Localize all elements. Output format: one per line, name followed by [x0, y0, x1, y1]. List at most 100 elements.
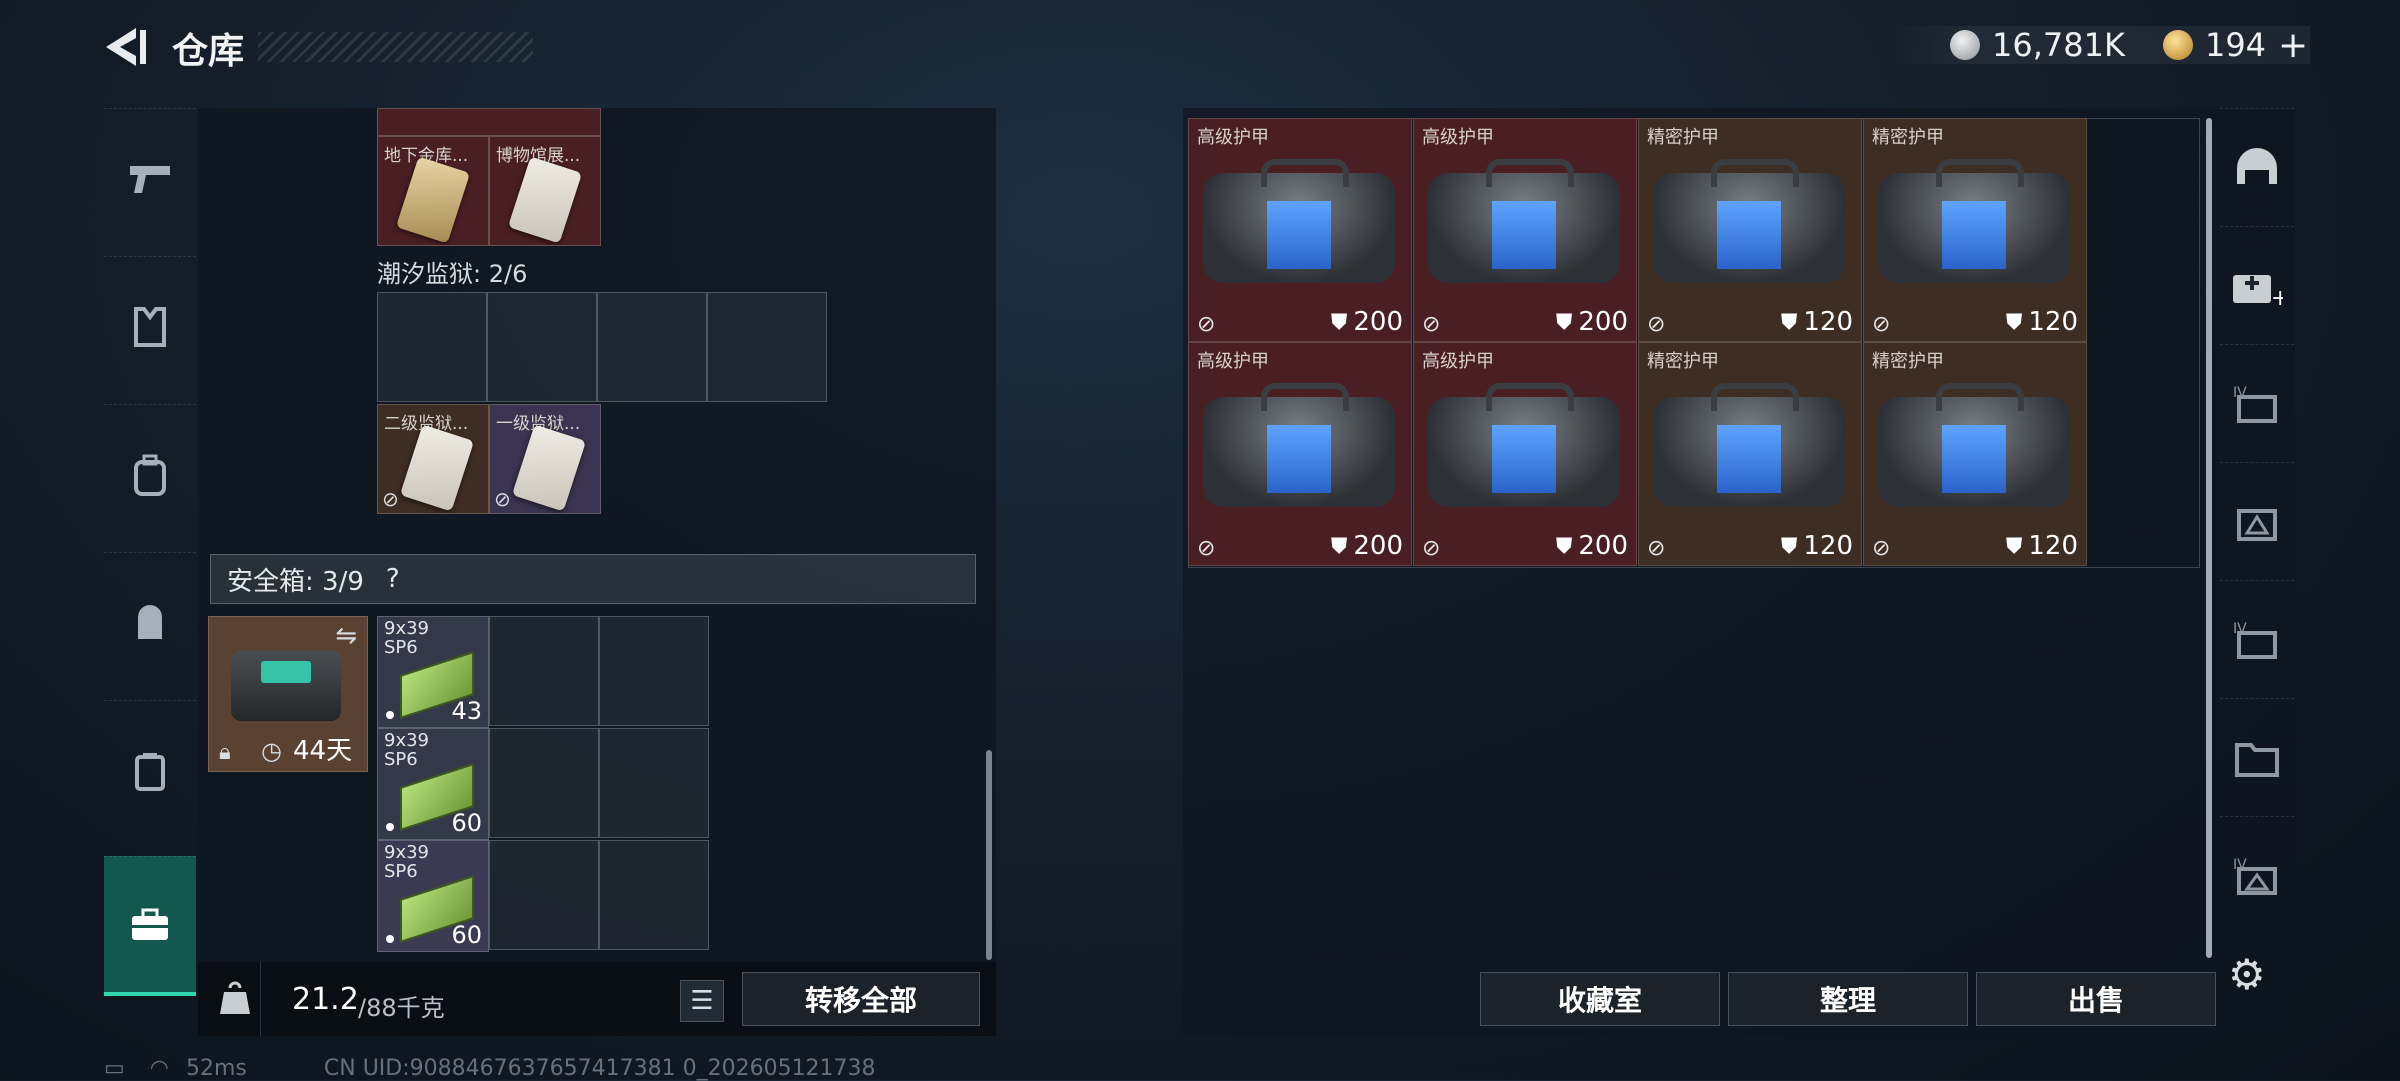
warehouse-scrollbar[interactable]	[2206, 118, 2212, 958]
currency-bar: 16,781K 194 +	[1890, 25, 2310, 66]
shield-icon: ⛊	[1780, 309, 1798, 335]
rnav-tier4-a[interactable]: IV	[2220, 344, 2294, 463]
shield-icon: ⛊	[1780, 533, 1798, 559]
armor-item[interactable]: 精密护甲 ⊘ ⛊ 120	[1863, 118, 2087, 342]
empty-slot[interactable]	[599, 840, 709, 950]
case-icon	[135, 753, 165, 791]
rnav-tier4-c[interactable]: IV	[2220, 580, 2294, 699]
keycard-icon	[507, 156, 583, 244]
empty-slot[interactable]	[487, 292, 597, 402]
swap-icon[interactable]: ⇋	[335, 621, 357, 651]
nav-armor[interactable]	[104, 256, 196, 397]
lock-icon: 🔒︎	[219, 740, 231, 765]
empty-slot[interactable]	[599, 616, 709, 726]
armor-name: 精密护甲	[1647, 351, 1719, 372]
svg-text:+: +	[2271, 286, 2283, 307]
ammo-item[interactable]: 9x39 SP6 60	[377, 728, 489, 840]
gold-amount: 194	[2204, 26, 2267, 64]
armor-item[interactable]: 高级护甲 ⊘ ⛊ 200	[1188, 118, 1412, 342]
rnav-tier4-d[interactable]: IV	[2220, 816, 2294, 935]
shield-icon: ⛊	[1330, 533, 1348, 559]
safebox-header: 安全箱: 3/9 ?	[210, 554, 976, 604]
sell-button[interactable]: 出售	[1976, 972, 2216, 1026]
rnav-tier-b[interactable]	[2220, 462, 2294, 581]
armor-name: 精密护甲	[1872, 127, 1944, 148]
armor-bag-image	[1203, 159, 1395, 283]
nav-backpack[interactable]	[104, 404, 196, 545]
rnav-folder[interactable]	[2220, 698, 2294, 817]
armor-durability: 120	[1803, 307, 1853, 337]
silver-coin-icon	[1950, 30, 1980, 60]
armor-item[interactable]: 高级护甲 ⊘ ⛊ 200	[1413, 342, 1637, 566]
armor-bag-image	[1653, 159, 1845, 283]
armor-durability: 200	[1353, 307, 1403, 337]
empty-slot[interactable]	[489, 840, 599, 950]
safebox-label: 安全箱: 3/9	[227, 566, 364, 597]
inventory-scrollbar[interactable]	[986, 750, 992, 960]
empty-slot[interactable]	[377, 292, 487, 402]
no-trade-icon: ⊘	[1647, 312, 1666, 337]
weight-max: /88千克	[358, 994, 445, 1022]
transfer-all-button[interactable]: 转移全部	[742, 972, 980, 1026]
armor-name: 高级护甲	[1197, 351, 1269, 372]
keycard-item[interactable]: 博物馆展...	[489, 136, 601, 246]
armor-item[interactable]: 精密护甲 ⊘ ⛊ 120	[1863, 342, 2087, 566]
rnav-helmet[interactable]	[2220, 108, 2294, 227]
collection-room-button[interactable]: 收藏室	[1480, 972, 1720, 1026]
empty-slot[interactable]	[707, 292, 827, 402]
settings-gear-icon[interactable]: ⚙	[2228, 950, 2266, 999]
vest-icon	[134, 307, 166, 347]
armor-item[interactable]: 精密护甲 ⊘ ⛊ 120	[1638, 342, 1862, 566]
list-view-button[interactable]: ☰	[680, 980, 724, 1022]
pouch-icon	[138, 605, 162, 639]
nav-pouch[interactable]	[104, 552, 196, 693]
add-currency-button[interactable]: +	[2278, 25, 2308, 66]
safebox-container[interactable]: ⇋ 🔒︎ ◷ 44天	[208, 616, 368, 772]
armor-durability: 200	[1353, 531, 1403, 561]
shield-icon: ⛊	[2005, 533, 2023, 559]
pistol-icon	[130, 166, 170, 193]
tier-box-icon	[2237, 509, 2277, 541]
toolbox-icon	[132, 908, 168, 940]
rnav-medkit-add[interactable]: +	[2220, 226, 2294, 345]
nav-weapons[interactable]	[104, 108, 196, 249]
empty-slot[interactable]	[599, 728, 709, 838]
armor-durability: 200	[1578, 531, 1628, 561]
ammo-item[interactable]: 9x39 SP6 60	[377, 840, 489, 952]
battery-icon: ▭	[104, 1056, 125, 1081]
armor-item[interactable]: 高级护甲 ⊘ ⛊ 200	[1188, 342, 1412, 566]
back-button[interactable]	[100, 22, 150, 72]
empty-slot[interactable]	[597, 292, 707, 402]
armor-item[interactable]: 高级护甲 ⊘ ⛊ 200	[1413, 118, 1637, 342]
medkit-add-icon: +	[2233, 275, 2283, 307]
no-trade-icon: ⊘	[1647, 536, 1666, 561]
status-bar: ▭ ◠ 52ms CN UID:9088467637657417381 0_20…	[104, 1056, 876, 1081]
nav-case[interactable]	[104, 700, 196, 841]
shield-icon: ⛊	[1330, 309, 1348, 335]
sort-button[interactable]: 整理	[1728, 972, 1968, 1026]
tier4-box-icon: IV	[2233, 385, 2277, 423]
empty-slot[interactable]	[489, 728, 599, 838]
keycard-item[interactable]: 二级监狱... ⊘	[377, 404, 489, 514]
ammo-count: 60	[451, 921, 482, 949]
armor-bag-image	[1878, 159, 2070, 283]
armor-name: 精密护甲	[1647, 127, 1719, 148]
backpack-icon	[134, 454, 166, 496]
left-category-nav	[104, 108, 196, 1008]
nav-safebox[interactable]	[104, 856, 196, 996]
weight-icon	[220, 981, 250, 1014]
ammo-item[interactable]: 9x39 SP6 43	[377, 616, 489, 728]
shield-icon: ⛊	[1555, 533, 1573, 559]
help-button[interactable]: ?	[386, 564, 400, 594]
empty-slot[interactable]	[489, 616, 599, 726]
keycard-item[interactable]: 地下金库...	[377, 136, 489, 246]
folder-icon	[2235, 743, 2279, 777]
armor-bag-image	[1428, 383, 1620, 507]
page-title: 仓库	[172, 31, 245, 72]
no-trade-icon: ⊘	[1197, 536, 1216, 561]
armor-name: 高级护甲	[1422, 127, 1494, 148]
armor-durability: 120	[1803, 531, 1853, 561]
keycard-item[interactable]: 一级监狱... ⊘	[489, 404, 601, 514]
armor-item[interactable]: 精密护甲 ⊘ ⛊ 120	[1638, 118, 1862, 342]
shield-icon: ⛊	[1555, 309, 1573, 335]
